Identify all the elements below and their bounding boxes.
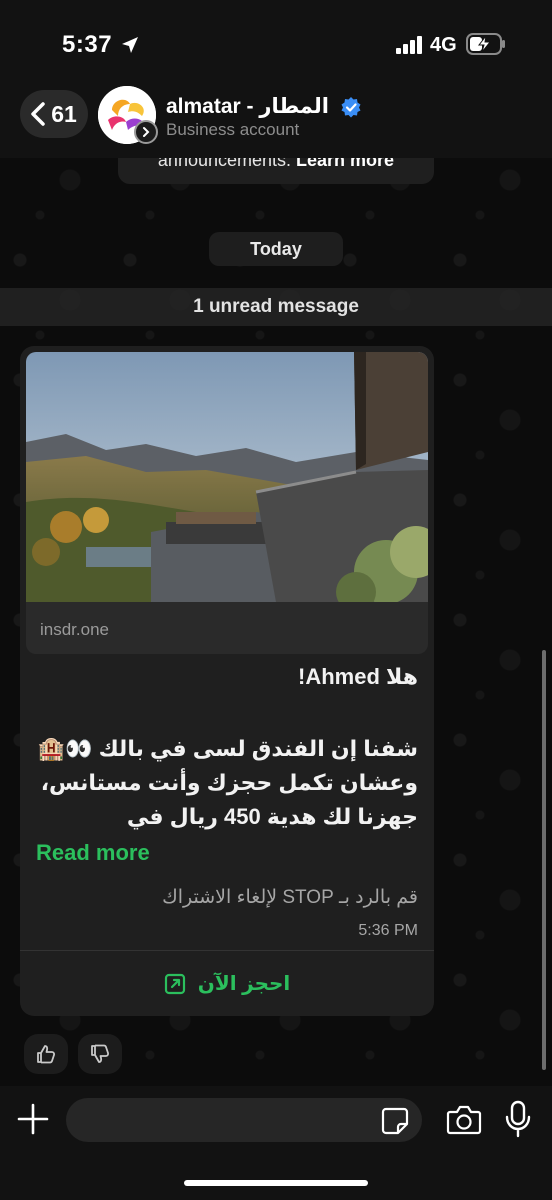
unread-banner: 1 unread message xyxy=(0,288,552,326)
message-body-line: شفنا إن الفندق لسى في بالك 👀🏨 xyxy=(37,736,418,761)
hotel-preview-image xyxy=(26,352,428,602)
location-arrow-icon xyxy=(122,37,138,53)
thumbs-down-icon xyxy=(91,1044,110,1063)
battery-charging-icon xyxy=(466,33,505,55)
home-indicator xyxy=(184,1180,368,1186)
book-now-button[interactable]: احجز الآن xyxy=(20,951,434,1016)
book-now-label: احجز الآن xyxy=(197,973,291,995)
link-preview-domain: insdr.one xyxy=(40,620,109,639)
back-button[interactable]: 61 xyxy=(20,90,88,138)
message-greeting: هلا Ahmed! xyxy=(298,664,418,689)
thumbs-up-icon xyxy=(37,1045,56,1064)
scroll-indicator[interactable] xyxy=(542,650,546,1070)
status-bar: 5:37 4G xyxy=(0,0,552,86)
camera-icon[interactable] xyxy=(446,1104,482,1136)
status-time: 5:37 xyxy=(62,31,113,58)
message-input[interactable] xyxy=(66,1098,422,1142)
verified-badge-icon xyxy=(341,97,361,118)
contact-subtitle: Business account xyxy=(166,120,300,139)
external-link-icon xyxy=(164,973,185,994)
message-timestamp: 5:36 PM xyxy=(358,922,418,939)
plus-icon[interactable] xyxy=(16,1102,50,1136)
unsubscribe-note: قم بالرد بـ STOP لإلغاء الاشتراك xyxy=(162,887,418,908)
message-body: شفنا إن الفندق لسى في بالك 👀🏨 وعشان تكمل… xyxy=(34,732,418,834)
contact-name[interactable]: almatar - المطار xyxy=(166,94,329,119)
message-body-line: جهزنا لك هدية 450 ريال في xyxy=(126,804,418,829)
chat-header: 61 almatar - المطار Business account xyxy=(0,86,552,158)
message-bubble[interactable]: insdr.one هلا Ahmed! شفنا إن الفندق لسى … xyxy=(20,346,434,1016)
catalog-badge-icon xyxy=(134,120,158,144)
signal-icon xyxy=(396,36,422,54)
read-more-link[interactable]: Read more xyxy=(36,840,150,866)
message-body-line: وعشان تكمل حجزك وأنت مستانس، xyxy=(40,770,418,795)
link-preview-card[interactable]: insdr.one xyxy=(26,352,428,654)
thumbs-up-button[interactable] xyxy=(24,1034,68,1074)
chevron-left-icon xyxy=(31,102,45,126)
thumbs-down-button[interactable] xyxy=(78,1034,122,1074)
microphone-icon[interactable] xyxy=(504,1100,532,1138)
unread-chats-count: 61 xyxy=(51,100,77,127)
sticker-icon[interactable] xyxy=(380,1106,410,1136)
date-chip: Today xyxy=(209,232,343,266)
network-label: 4G xyxy=(430,34,457,56)
